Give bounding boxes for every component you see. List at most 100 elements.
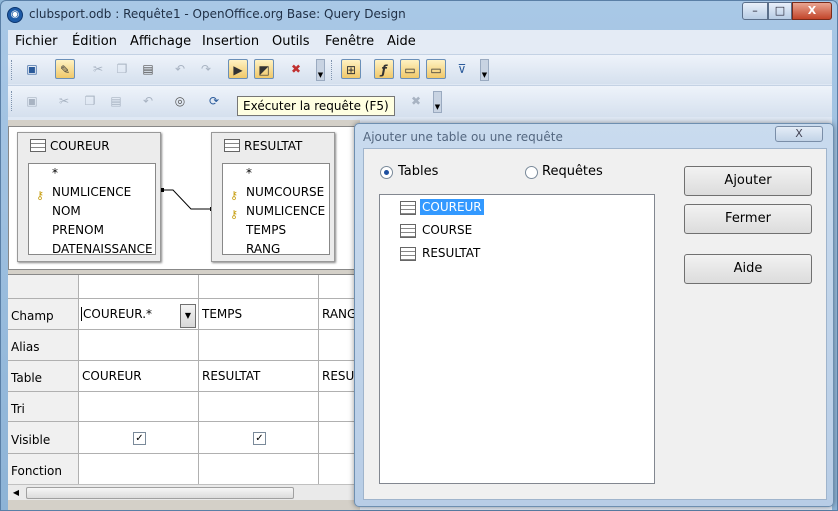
field-list: * ⚷ NUMLICENCE NOM PRENOM DATENAISSANCE [28, 163, 156, 256]
toolbar-overflow-icon[interactable]: ▼ [433, 91, 442, 113]
table-icon [400, 247, 416, 261]
add-table-dialog: Ajouter une table ou une requête X Table… [354, 123, 834, 507]
row-label-visible: Visible [11, 433, 51, 447]
field-item[interactable]: ⚷ NUMLICENCE [223, 202, 329, 221]
delete-icon[interactable]: ✖ [406, 91, 426, 111]
visible-checkbox[interactable]: ✓ [253, 432, 266, 445]
tables-radio[interactable] [380, 166, 393, 179]
menu-insertion[interactable]: Insertion [202, 34, 259, 49]
table-window-title: COUREUR [50, 139, 110, 153]
table-name-icon[interactable]: ▭ [400, 59, 420, 79]
dialog-close-button[interactable]: X [775, 126, 823, 142]
table-icon [400, 201, 416, 215]
field-item[interactable]: ⚷ NUMLICENCE [29, 183, 155, 202]
tables-radio-label[interactable]: Tables [398, 164, 438, 179]
maximize-button[interactable]: □ [768, 2, 792, 20]
visible-checkbox[interactable]: ✓ [133, 432, 146, 445]
close-dialog-button[interactable]: Fermer [684, 204, 812, 234]
design-toolbar: ▣ ✂ ❐ ▤ ↶ ◎ ⟳ ✖ ▼ [8, 85, 832, 117]
distinct-values-icon[interactable]: ⊽ [452, 59, 472, 79]
paste-icon[interactable]: ▤ [106, 91, 126, 111]
toolbar-grip[interactable] [11, 91, 14, 111]
cut-icon[interactable]: ✂ [88, 59, 108, 79]
table-icon [400, 224, 416, 238]
field-item[interactable]: TEMPS [223, 221, 329, 240]
table-window-coureur[interactable]: COUREUR * ⚷ NUMLICENCE NOM PRENOM DATENAI… [17, 132, 161, 262]
scroll-thumb[interactable] [26, 487, 294, 499]
run-query-icon[interactable]: ▶ [228, 59, 248, 79]
table-cell[interactable]: COUREUR [82, 369, 192, 383]
field-list: * ⚷ NUMCOURSE ⚷ NUMLICENCE TEMPS RANG [222, 163, 330, 256]
openoffice-icon: ◉ [7, 7, 23, 23]
table-list[interactable]: COUREUR COURSE RESULTAT [379, 194, 655, 484]
menu-edition[interactable]: Édition [72, 34, 117, 49]
row-label-tri: Tri [11, 402, 25, 416]
copy-icon[interactable]: ❐ [80, 91, 100, 111]
field-input[interactable]: COUREUR.* [81, 307, 181, 321]
main-window: ◉ clubsport.odb : Requête1 - OpenOffice.… [0, 0, 838, 511]
row-label-fonction: Fonction [11, 464, 63, 478]
field-item[interactable]: RANG [223, 240, 329, 259]
grid-row-line [8, 453, 360, 454]
standard-toolbar: ▣ ✎ ✂ ❐ ▤ ↶ ↷ ▶ ◩ ✖ ▼ ⊞ ƒ ▭ ▭ ⊽ ▼ [8, 54, 832, 84]
redo-icon[interactable]: ↷ [196, 59, 216, 79]
table-pane[interactable]: COUREUR * ⚷ NUMLICENCE NOM PRENOM DATENAI… [8, 126, 360, 270]
field-item[interactable]: PRENOM [29, 221, 155, 240]
alias-icon[interactable]: ▭ [426, 59, 446, 79]
menu-bar: Fichier Édition Affichage Insertion Outi… [8, 30, 832, 54]
undo-icon[interactable]: ↶ [170, 59, 190, 79]
grid-row-line [8, 421, 360, 422]
save-icon[interactable]: ▣ [22, 59, 42, 79]
binoculars-icon[interactable]: ◎ [170, 91, 190, 111]
functions-icon[interactable]: ƒ [374, 59, 394, 79]
title-bar[interactable]: ◉ clubsport.odb : Requête1 - OpenOffice.… [1, 1, 837, 29]
grid-row-line [8, 360, 360, 361]
toolbar-grip[interactable] [331, 60, 334, 80]
edit-mode-icon[interactable]: ✎ [55, 59, 75, 79]
design-view-icon[interactable]: ◩ [254, 59, 274, 79]
field-item[interactable]: NOM [29, 202, 155, 221]
close-button[interactable]: X [792, 2, 832, 20]
help-button[interactable]: Aide [684, 254, 812, 284]
field-item[interactable]: * [223, 164, 329, 183]
menu-outils[interactable]: Outils [272, 34, 310, 49]
field-item[interactable]: * [29, 164, 155, 183]
refresh-icon[interactable]: ⟳ [204, 91, 224, 111]
dialog-body: Tables Requêtes COUREUR COURSE RESULTAT … [363, 148, 827, 500]
menu-affichage[interactable]: Affichage [130, 34, 191, 49]
tooltip: Exécuter la requête (F5) [237, 96, 395, 116]
table-window-resultat[interactable]: RESULTAT * ⚷ NUMCOURSE ⚷ NUMLICENCE TEMPS … [211, 132, 335, 262]
table-cell[interactable]: RESULTAT [202, 369, 312, 383]
field-item[interactable]: DATENAISSANCE [29, 240, 155, 259]
save-icon[interactable]: ▣ [22, 91, 42, 111]
row-label-champ: Champ [11, 309, 54, 323]
copy-icon[interactable]: ❐ [112, 59, 132, 79]
minimize-button[interactable]: – [742, 2, 768, 20]
menu-fichier[interactable]: Fichier [15, 34, 58, 49]
toolbar-overflow-icon[interactable]: ▼ [480, 59, 489, 81]
query-design-area: COUREUR * ⚷ NUMLICENCE NOM PRENOM DATENAI… [8, 120, 360, 510]
field-item[interactable]: ⚷ NUMCOURSE [223, 183, 329, 202]
dialog-title: Ajouter une table ou une requête [363, 130, 563, 144]
grid-row-line [8, 391, 360, 392]
scroll-left-icon[interactable]: ◀ [10, 487, 22, 499]
grid-row-line [8, 329, 360, 330]
menu-aide[interactable]: Aide [387, 34, 416, 49]
field-cell[interactable]: TEMPS [202, 307, 312, 321]
relation-line[interactable] [161, 187, 213, 217]
undo-icon[interactable]: ↶ [138, 91, 158, 111]
toolbar-overflow-icon[interactable]: ▼ [316, 59, 325, 81]
menu-fenetre[interactable]: Fenêtre [325, 34, 374, 49]
row-label-alias: Alias [11, 340, 40, 354]
toolbar-grip[interactable] [11, 60, 14, 80]
add-button[interactable]: Ajouter [684, 166, 812, 196]
clear-query-icon[interactable]: ✖ [286, 59, 306, 79]
query-grid: Champ Alias Table Tri Visible Fonction C… [8, 274, 360, 484]
queries-radio[interactable] [525, 166, 538, 179]
queries-radio-label[interactable]: Requêtes [542, 164, 603, 179]
chevron-down-icon[interactable]: ▼ [180, 304, 196, 328]
add-table-icon[interactable]: ⊞ [341, 59, 361, 79]
horizontal-scrollbar[interactable]: ◀ [8, 484, 360, 500]
cut-icon[interactable]: ✂ [54, 91, 74, 111]
paste-icon[interactable]: ▤ [138, 59, 158, 79]
